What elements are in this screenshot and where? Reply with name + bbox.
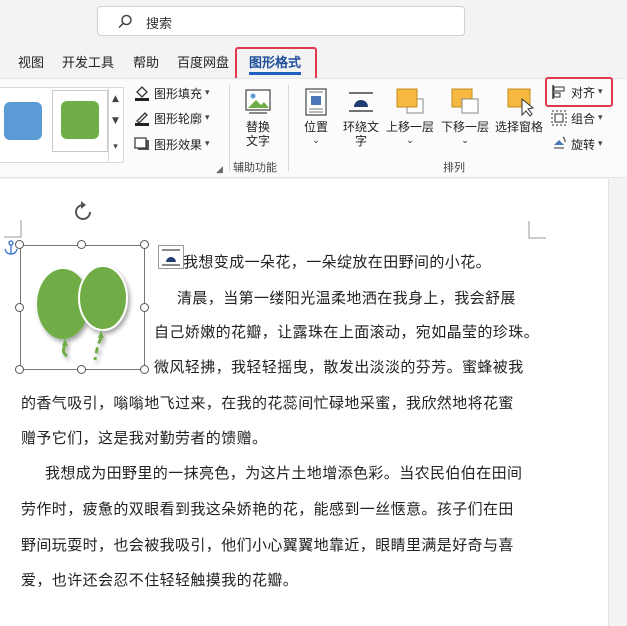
chevron-down-icon: ▾ bbox=[205, 139, 210, 149]
send-backward-label: 下移一层 bbox=[440, 120, 489, 134]
title-bar: 搜索 bbox=[0, 0, 627, 44]
rotate-label: 旋转 bbox=[571, 137, 596, 152]
wrap-text-icon bbox=[346, 92, 376, 120]
position-label: 位置 bbox=[303, 120, 328, 134]
gallery-up-icon[interactable]: ▲ bbox=[108, 88, 122, 110]
rotate-icon bbox=[551, 136, 567, 152]
text-line: 的香气吸引，嗡嗡地飞过来，在我的花蕊间忙碌地采蜜，我欣然地将花蜜 bbox=[21, 394, 514, 412]
shape-fill-label: 图形填充 bbox=[154, 86, 203, 101]
group-separator bbox=[229, 85, 230, 171]
align-label: 对齐 bbox=[571, 85, 596, 100]
alt-text-icon bbox=[243, 89, 273, 120]
group-separator bbox=[288, 85, 289, 171]
alt-text-button[interactable]: 替换 文字 bbox=[240, 87, 276, 148]
selection-pane-label: 选择窗格 bbox=[494, 120, 543, 134]
tab-highlight-box bbox=[235, 47, 317, 80]
chevron-down-icon: ▾ bbox=[598, 139, 603, 149]
paint-bucket-icon bbox=[134, 85, 150, 101]
arrange-group-label: 排列 bbox=[443, 161, 465, 174]
shape-fill-button[interactable]: 图形填充 ▾ bbox=[134, 83, 210, 103]
group-objects-icon bbox=[551, 110, 567, 126]
wrap-text-button[interactable]: 环绕文 字 bbox=[340, 87, 382, 148]
resize-handle-top[interactable] bbox=[77, 240, 86, 249]
layout-options-button[interactable] bbox=[158, 245, 184, 269]
send-backward-button[interactable]: 下移一层 ⌄ bbox=[439, 85, 491, 148]
shape-outline-label: 图形轮廓 bbox=[154, 111, 203, 126]
balloons-icon bbox=[37, 265, 128, 361]
text-line: 爱，也许还会忍不住轻轻触摸我的花瓣。 bbox=[21, 571, 299, 589]
group-label: 组合 bbox=[571, 111, 596, 126]
margin-corner-mark bbox=[528, 221, 546, 239]
chevron-down-icon: ⌄ bbox=[406, 136, 414, 146]
text-line: 我想变成一朵花，一朵绽放在田野间的小花。 bbox=[183, 253, 492, 271]
style-swatch-green-selected[interactable] bbox=[52, 90, 108, 152]
position-icon bbox=[303, 88, 329, 120]
tab-view[interactable]: 视图 bbox=[18, 52, 44, 71]
chevron-down-icon: ▾ bbox=[205, 88, 210, 98]
text-line: 微风轻拂，我轻轻摇曳，散发出淡淡的芬芳。蜜蜂被我 bbox=[154, 358, 524, 376]
chevron-down-icon: ▾ bbox=[598, 113, 603, 123]
resize-handle-top-left[interactable] bbox=[15, 240, 24, 249]
tab-developer[interactable]: 开发工具 bbox=[62, 52, 114, 71]
shape-effects-button[interactable]: 图形效果 ▾ bbox=[134, 134, 210, 154]
selection-pane-icon bbox=[502, 88, 536, 120]
bring-forward-button[interactable]: 上移一层 ⌄ bbox=[384, 85, 436, 148]
resize-handle-bottom[interactable] bbox=[77, 365, 86, 374]
bring-forward-icon bbox=[393, 88, 427, 120]
dialog-launcher-icon[interactable]: ◢ bbox=[216, 165, 223, 175]
style-swatch-blue[interactable] bbox=[4, 102, 42, 140]
align-button[interactable]: 对齐 ▾ bbox=[551, 83, 603, 101]
shape-outline-button[interactable]: 图形轮廓 ▾ bbox=[134, 108, 210, 128]
send-backward-icon bbox=[448, 88, 482, 120]
gallery-down-icon[interactable]: ▼ bbox=[108, 110, 122, 132]
align-icon bbox=[551, 84, 567, 100]
tab-help[interactable]: 帮助 bbox=[133, 52, 159, 71]
wrap-text-icon bbox=[162, 249, 180, 266]
search-placeholder: 搜索 bbox=[146, 17, 173, 32]
bring-forward-label: 上移一层 bbox=[385, 120, 434, 134]
group-button[interactable]: 组合 ▾ bbox=[551, 109, 603, 127]
chevron-down-icon: ▾ bbox=[205, 113, 210, 123]
margin-corner-mark bbox=[4, 220, 22, 238]
wrap-text-label: 环绕文 bbox=[342, 120, 379, 134]
resize-handle-bottom-left[interactable] bbox=[15, 365, 24, 374]
shape-styles-gallery: ▲ ▼ ▾ bbox=[0, 87, 124, 163]
wrap-text-label-2: 字 bbox=[354, 134, 367, 148]
text-line: 赠予它们，这是我对勤劳者的馈赠。 bbox=[21, 429, 268, 447]
search-icon bbox=[116, 13, 134, 31]
chevron-down-icon: ⌄ bbox=[461, 136, 469, 146]
rotate-handle-icon[interactable] bbox=[71, 200, 95, 224]
selected-shape-frame[interactable] bbox=[20, 245, 145, 370]
text-line: 野间玩耍时，也会被我吸引，他们小心翼翼地靠近，眼睛里满是好奇与喜 bbox=[21, 536, 514, 554]
vertical-scrollbar[interactable] bbox=[608, 179, 627, 626]
accessibility-group-label: 辅助功能 bbox=[233, 161, 277, 174]
chevron-down-icon: ⌄ bbox=[312, 136, 320, 146]
alt-text-label-2: 文字 bbox=[245, 134, 270, 148]
text-line: 清晨，当第一缕阳光温柔地洒在我身上，我会舒展 bbox=[177, 289, 516, 307]
selection-pane-button[interactable]: 选择窗格 bbox=[494, 85, 544, 134]
position-button[interactable]: 位置 ⌄ bbox=[300, 87, 332, 148]
text-line: 自己娇嫩的花瓣，让露珠在上面滚动，宛如晶莹的珍珠。 bbox=[154, 323, 540, 341]
gallery-more-icon[interactable]: ▾ bbox=[108, 132, 122, 162]
resize-handle-right[interactable] bbox=[140, 303, 149, 312]
text-line: 劳作时，疲惫的双眼看到我这朵娇艳的花，能感到一丝惬意。孩子们在田 bbox=[21, 500, 514, 518]
chevron-down-icon: ▾ bbox=[598, 87, 603, 97]
tab-baidu-netdisk[interactable]: 百度网盘 bbox=[177, 52, 229, 71]
search-box[interactable]: 搜索 bbox=[97, 6, 465, 36]
resize-handle-top-right[interactable] bbox=[140, 240, 149, 249]
alt-text-label: 替换 bbox=[245, 120, 270, 134]
ribbon-panel: ▲ ▼ ▾ 图形填充 ▾ 图形轮廓 ▾ 图形效果 ▾ ◢ 替换 文字 辅助功能 bbox=[0, 78, 627, 178]
rotate-button[interactable]: 旋转 ▾ bbox=[551, 135, 603, 153]
resize-handle-bottom-right[interactable] bbox=[140, 365, 149, 374]
pen-outline-icon bbox=[134, 110, 150, 126]
resize-handle-left[interactable] bbox=[15, 303, 24, 312]
text-line: 我想成为田野里的一抹亮色，为这片土地增添色彩。当农民伯伯在田间 bbox=[45, 464, 523, 482]
shape-effects-label: 图形效果 bbox=[154, 137, 203, 152]
shape-effects-icon bbox=[134, 136, 150, 152]
